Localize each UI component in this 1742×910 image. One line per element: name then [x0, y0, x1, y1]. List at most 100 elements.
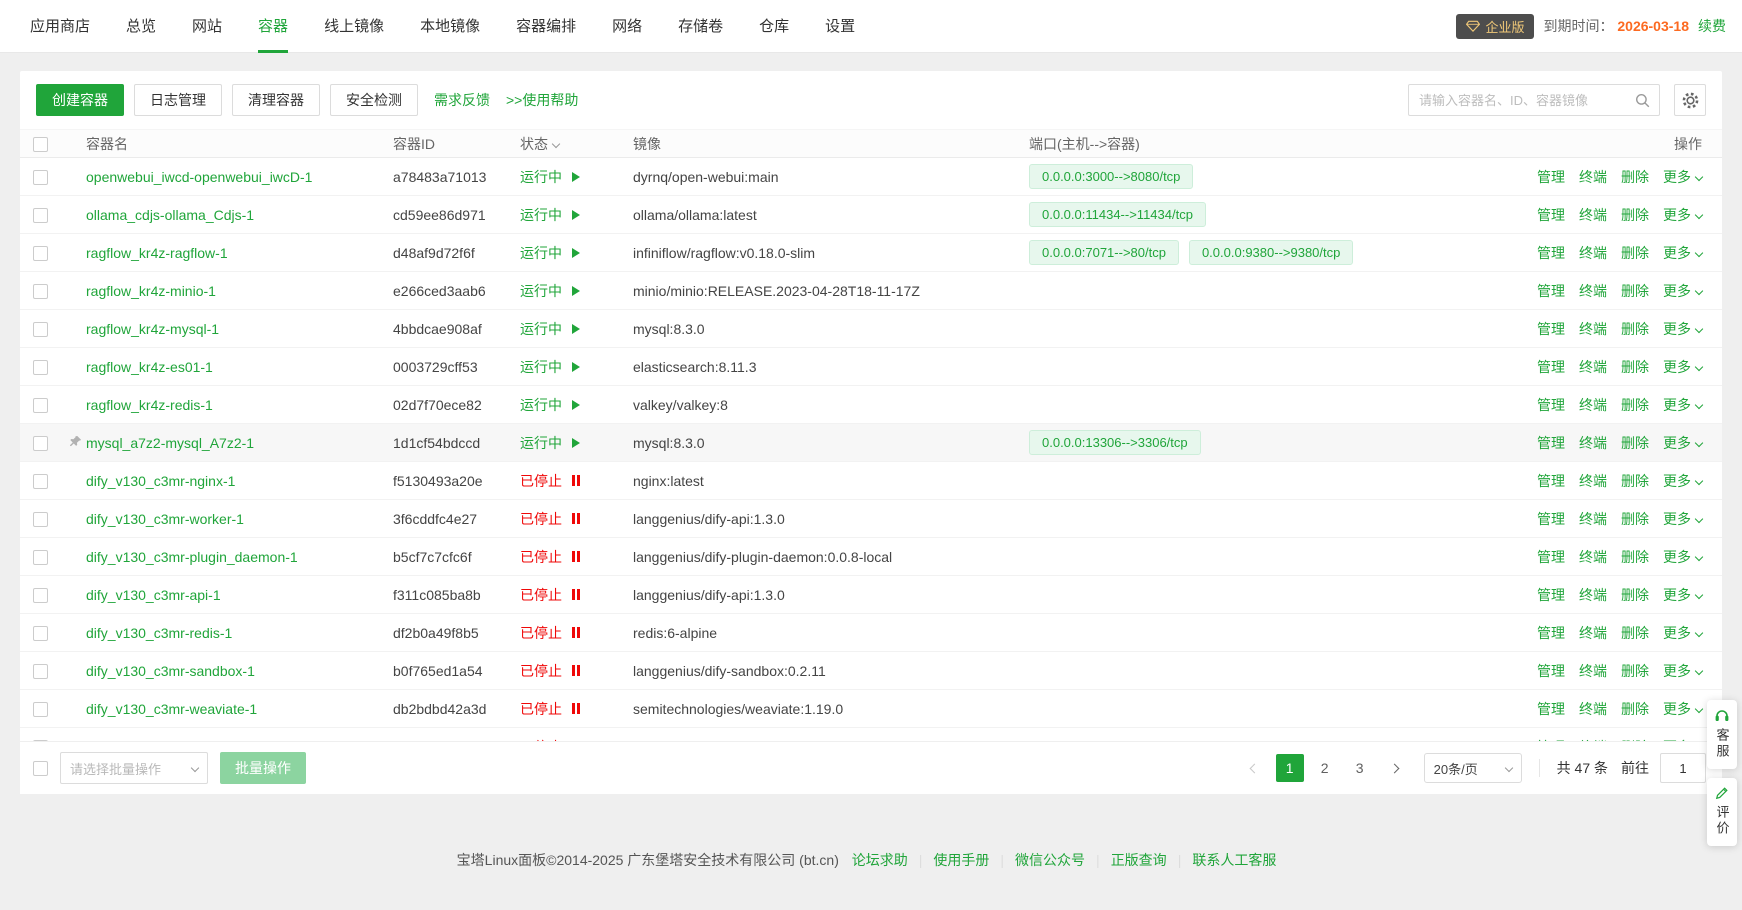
row-action-delete[interactable]: 删除	[1621, 625, 1649, 641]
container-name-link[interactable]: ollama_cdjs-ollama_Cdjs-1	[86, 207, 254, 223]
review-button[interactable]: 评价	[1707, 778, 1737, 846]
row-action-terminal[interactable]: 终端	[1579, 321, 1607, 337]
row-action-manage[interactable]: 管理	[1537, 283, 1565, 299]
row-action-manage[interactable]: 管理	[1537, 549, 1565, 565]
pagination-page[interactable]: 3	[1346, 754, 1374, 782]
row-action-more[interactable]: 更多	[1663, 701, 1702, 717]
nav-tab[interactable]: 容器	[240, 0, 306, 53]
footer-link[interactable]: 正版查询	[1111, 852, 1167, 868]
row-action-terminal[interactable]: 终端	[1579, 473, 1607, 489]
row-action-terminal[interactable]: 终端	[1579, 397, 1607, 413]
nav-tab[interactable]: 线上镜像	[306, 0, 402, 53]
footer-link[interactable]: 微信公众号	[1015, 852, 1085, 868]
row-action-terminal[interactable]: 终端	[1579, 739, 1607, 742]
container-name-link[interactable]: ragflow_kr4z-mysql-1	[86, 321, 219, 337]
pagination-page[interactable]: 1	[1276, 754, 1304, 782]
row-checkbox[interactable]	[33, 626, 48, 641]
row-action-terminal[interactable]: 终端	[1579, 625, 1607, 641]
footer-link[interactable]: 论坛求助	[852, 852, 908, 868]
row-action-delete[interactable]: 删除	[1621, 169, 1649, 185]
container-name-link[interactable]: dify_v130_c3mr-plugin_daemon-1	[86, 549, 298, 565]
row-action-terminal[interactable]: 终端	[1579, 169, 1607, 185]
nav-tab[interactable]: 存储卷	[660, 0, 741, 53]
row-action-delete[interactable]: 删除	[1621, 511, 1649, 527]
row-action-delete[interactable]: 删除	[1621, 359, 1649, 375]
row-action-more[interactable]: 更多	[1663, 739, 1702, 742]
row-action-manage[interactable]: 管理	[1537, 473, 1565, 489]
row-action-manage[interactable]: 管理	[1537, 245, 1565, 261]
security-check-button[interactable]: 安全检测	[330, 84, 418, 116]
page-size-select[interactable]: 20条/页	[1424, 753, 1522, 783]
row-action-terminal[interactable]: 终端	[1579, 283, 1607, 299]
row-action-more[interactable]: 更多	[1663, 625, 1702, 641]
row-action-delete[interactable]: 删除	[1621, 397, 1649, 413]
row-action-more[interactable]: 更多	[1663, 169, 1702, 185]
log-management-button[interactable]: 日志管理	[134, 84, 222, 116]
nav-tab[interactable]: 设置	[807, 0, 873, 53]
search-input[interactable]	[1409, 93, 1625, 108]
row-action-manage[interactable]: 管理	[1537, 397, 1565, 413]
row-checkbox[interactable]	[33, 512, 48, 527]
row-checkbox[interactable]	[33, 588, 48, 603]
container-name-link[interactable]: dify_v130_c3mr-sandbox-1	[86, 663, 255, 679]
row-action-more[interactable]: 更多	[1663, 473, 1702, 489]
row-action-manage[interactable]: 管理	[1537, 207, 1565, 223]
row-action-more[interactable]: 更多	[1663, 359, 1702, 375]
row-checkbox[interactable]	[33, 360, 48, 375]
row-action-terminal[interactable]: 终端	[1579, 663, 1607, 679]
container-name-link[interactable]: dify_v130_c3mr-worker-1	[86, 511, 244, 527]
row-action-delete[interactable]: 删除	[1621, 663, 1649, 679]
row-action-terminal[interactable]: 终端	[1579, 207, 1607, 223]
row-action-terminal[interactable]: 终端	[1579, 359, 1607, 375]
nav-tab[interactable]: 本地镜像	[402, 0, 498, 53]
row-action-delete[interactable]: 删除	[1621, 245, 1649, 261]
row-action-more[interactable]: 更多	[1663, 283, 1702, 299]
row-action-delete[interactable]: 删除	[1621, 701, 1649, 717]
row-action-more[interactable]: 更多	[1663, 397, 1702, 413]
row-action-delete[interactable]: 删除	[1621, 587, 1649, 603]
footer-link[interactable]: 使用手册	[933, 852, 989, 868]
goto-page-input[interactable]	[1660, 753, 1706, 783]
container-name-link[interactable]: dify_v130_c3mr-api-1	[86, 587, 221, 603]
row-action-terminal[interactable]: 终端	[1579, 701, 1607, 717]
row-action-more[interactable]: 更多	[1663, 587, 1702, 603]
container-name-link[interactable]: dify_v130_c3mr-web-1	[86, 739, 228, 742]
row-action-terminal[interactable]: 终端	[1579, 245, 1607, 261]
enterprise-badge[interactable]: 企业版	[1456, 14, 1534, 39]
row-checkbox[interactable]	[33, 284, 48, 299]
previous-page-button[interactable]	[1241, 754, 1269, 782]
row-action-delete[interactable]: 删除	[1621, 549, 1649, 565]
row-action-manage[interactable]: 管理	[1537, 587, 1565, 603]
container-name-link[interactable]: dify_v130_c3mr-nginx-1	[86, 473, 235, 489]
row-checkbox[interactable]	[33, 740, 48, 741]
row-checkbox[interactable]	[33, 322, 48, 337]
nav-tab[interactable]: 网络	[594, 0, 660, 53]
row-action-manage[interactable]: 管理	[1537, 321, 1565, 337]
row-action-manage[interactable]: 管理	[1537, 511, 1565, 527]
chevron-down-icon[interactable]	[552, 139, 560, 147]
row-action-delete[interactable]: 删除	[1621, 435, 1649, 451]
renew-link[interactable]: 续费	[1698, 16, 1726, 36]
nav-tab[interactable]: 应用商店	[12, 0, 108, 53]
container-name-link[interactable]: ragflow_kr4z-ragflow-1	[86, 245, 228, 261]
nav-tab[interactable]: 总览	[108, 0, 174, 53]
row-action-more[interactable]: 更多	[1663, 549, 1702, 565]
row-action-delete[interactable]: 删除	[1621, 207, 1649, 223]
row-checkbox[interactable]	[33, 550, 48, 565]
row-action-terminal[interactable]: 终端	[1579, 587, 1607, 603]
row-action-manage[interactable]: 管理	[1537, 359, 1565, 375]
row-checkbox[interactable]	[33, 398, 48, 413]
row-action-more[interactable]: 更多	[1663, 511, 1702, 527]
row-action-delete[interactable]: 删除	[1621, 739, 1649, 742]
batch-operation-button[interactable]: 批量操作	[220, 752, 306, 784]
row-action-delete[interactable]: 删除	[1621, 321, 1649, 337]
row-action-manage[interactable]: 管理	[1537, 435, 1565, 451]
batch-select-all-checkbox[interactable]	[33, 761, 48, 776]
clean-containers-button[interactable]: 清理容器	[232, 84, 320, 116]
feedback-link[interactable]: 需求反馈	[434, 90, 490, 110]
row-action-terminal[interactable]: 终端	[1579, 435, 1607, 451]
row-action-more[interactable]: 更多	[1663, 245, 1702, 261]
container-name-link[interactable]: dify_v130_c3mr-weaviate-1	[86, 701, 257, 717]
row-action-terminal[interactable]: 终端	[1579, 549, 1607, 565]
help-link[interactable]: >>使用帮助	[506, 90, 578, 110]
